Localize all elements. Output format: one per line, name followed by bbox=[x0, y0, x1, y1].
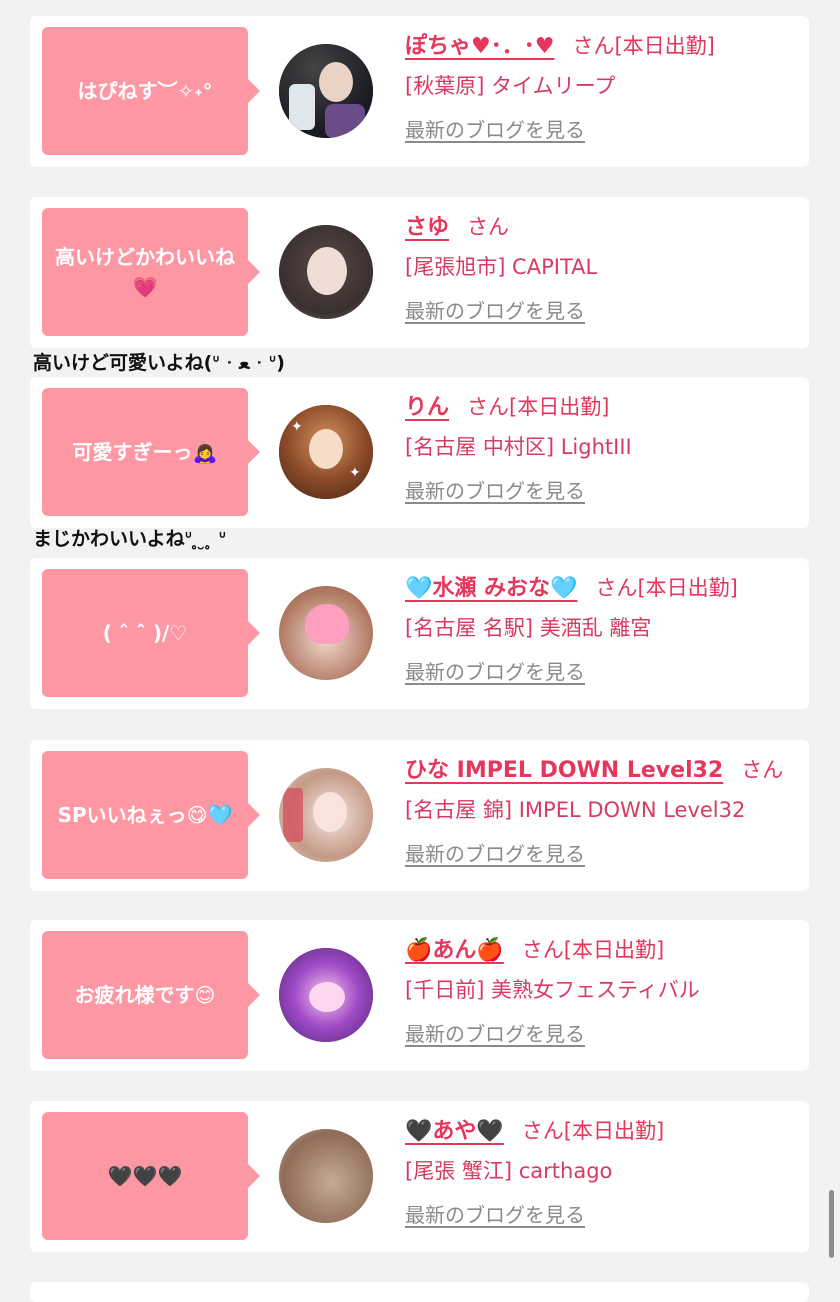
shop-label: [名古屋 錦] IMPEL DOWN Level32 bbox=[405, 798, 746, 822]
shop-label: [尾張旭市] CAPITAL bbox=[405, 255, 598, 279]
message-bubble: はぴねす︶✧˖° bbox=[42, 27, 260, 155]
honorific: さん[本日出勤] bbox=[572, 34, 715, 58]
avatar[interactable] bbox=[279, 225, 373, 319]
latest-blog-link[interactable]: 最新のブログを見る bbox=[405, 1199, 585, 1228]
latest-blog-link[interactable]: 最新のブログを見る bbox=[405, 295, 585, 324]
honorific: さん[本日出勤] bbox=[521, 1119, 665, 1143]
like-card: 🖤🖤🖤 🖤あや🖤 さん[本日出勤] [尾張 蟹江] carthago 最新のブログ… bbox=[30, 1101, 809, 1252]
honorific: さん[本日出勤] bbox=[467, 395, 610, 419]
name-line: 🍎あん🍎 さん[本日出勤] bbox=[405, 932, 805, 968]
shop-label: [尾張 蟹江] carthago bbox=[405, 1159, 613, 1183]
cast-name-link[interactable]: 🖤あや🖤 bbox=[405, 1119, 504, 1144]
message-bubble: 高いけどかわいいね💗 bbox=[42, 208, 260, 336]
shop-label: [名古屋 中村区] LightIII bbox=[405, 435, 632, 459]
shop-label: [名古屋 名駅] 美酒乱 離宮 bbox=[405, 616, 652, 640]
name-line: 🖤あや🖤 さん[本日出勤] bbox=[405, 1113, 805, 1149]
cast-info: ひな IMPEL DOWN Level32 さん [名古屋 錦] IMPEL DO… bbox=[405, 752, 805, 867]
honorific: さん[本日出勤] bbox=[521, 938, 665, 962]
scrollbar[interactable] bbox=[829, 1190, 834, 1258]
cast-name-link[interactable]: さゆ bbox=[405, 215, 449, 240]
message-bubble: SPいいねぇっ😋🩵 bbox=[42, 751, 260, 879]
latest-blog-link[interactable]: 最新のブログを見る bbox=[405, 114, 585, 143]
honorific: さん[本日出勤] bbox=[595, 576, 738, 600]
cast-name-link[interactable]: 🍎あん🍎 bbox=[405, 938, 504, 963]
like-card: ( ˆ ˆ )/♡ 🩵水瀬 みおな🩵 さん[本日出勤] [名古屋 名駅] 美酒乱 … bbox=[30, 558, 809, 709]
like-card: 高いけどかわいいね💗 さゆ さん [尾張旭市] CAPITAL 最新のブログを見る bbox=[30, 197, 809, 348]
avatar[interactable] bbox=[279, 768, 373, 862]
name-line: ぽちゃ♥︎･．･♥︎ さん[本日出勤] bbox=[405, 28, 805, 64]
latest-blog-link[interactable]: 最新のブログを見る bbox=[405, 838, 585, 867]
message-bubble: お疲れ様です😊 bbox=[42, 931, 260, 1059]
latest-blog-link[interactable]: 最新のブログを見る bbox=[405, 1018, 585, 1047]
cast-name-link[interactable]: りん bbox=[405, 395, 449, 420]
cast-name-link[interactable]: ひな IMPEL DOWN Level32 bbox=[405, 758, 723, 783]
avatar[interactable] bbox=[279, 44, 373, 138]
cast-info: 🍎あん🍎 さん[本日出勤] [千日前] 美熟女フェスティバル 最新のブログを見る bbox=[405, 932, 805, 1047]
avatar[interactable] bbox=[279, 948, 373, 1042]
name-line: 🩵水瀬 みおな🩵 さん[本日出勤] bbox=[405, 570, 805, 606]
cast-info: 🖤あや🖤 さん[本日出勤] [尾張 蟹江] carthago 最新のブログを見る bbox=[405, 1113, 805, 1228]
latest-blog-link[interactable]: 最新のブログを見る bbox=[405, 475, 585, 504]
latest-blog-link[interactable]: 最新のブログを見る bbox=[405, 656, 585, 685]
message-bubble: ( ˆ ˆ )/♡ bbox=[42, 569, 260, 697]
like-list: はぴねす︶✧˖° ぽちゃ♥︎･．･♥︎ さん[本日出勤] [秋葉原] タイムリープ… bbox=[0, 0, 840, 1302]
like-card: SPいいねぇっ😋🩵 ひな IMPEL DOWN Level32 さん [名古屋 錦… bbox=[30, 740, 809, 891]
cast-info: さゆ さん [尾張旭市] CAPITAL 最新のブログを見る bbox=[405, 209, 805, 324]
avatar[interactable] bbox=[279, 586, 373, 680]
cast-info: 🩵水瀬 みおな🩵 さん[本日出勤] [名古屋 名駅] 美酒乱 離宮 最新のブログを… bbox=[405, 570, 805, 685]
next-card-edge bbox=[30, 1282, 809, 1302]
message-bubble: 可愛すぎーっ🙇‍♀️ bbox=[42, 388, 260, 516]
name-line: ひな IMPEL DOWN Level32 さん bbox=[405, 752, 805, 788]
cast-info: ぽちゃ♥︎･．･♥︎ さん[本日出勤] [秋葉原] タイムリープ 最新のブログを見… bbox=[405, 28, 805, 143]
name-line: さゆ さん bbox=[405, 209, 805, 245]
avatar[interactable]: ✦ ✦ bbox=[279, 405, 373, 499]
like-card: 可愛すぎーっ🙇‍♀️ ✦ ✦ りん さん[本日出勤] [名古屋 中村区] Ligh… bbox=[30, 377, 809, 528]
cast-name-link[interactable]: ぽちゃ♥︎･．･♥︎ bbox=[405, 34, 554, 59]
honorific: さん bbox=[467, 215, 510, 239]
shop-label: [千日前] 美熟女フェスティバル bbox=[405, 978, 700, 1002]
avatar[interactable] bbox=[279, 1129, 373, 1223]
honorific: さん bbox=[741, 758, 784, 782]
name-line: りん さん[本日出勤] bbox=[405, 389, 805, 425]
like-card: はぴねす︶✧˖° ぽちゃ♥︎･．･♥︎ さん[本日出勤] [秋葉原] タイムリープ… bbox=[30, 16, 809, 167]
shop-label: [秋葉原] タイムリープ bbox=[405, 74, 616, 98]
cast-name-link[interactable]: 🩵水瀬 みおな🩵 bbox=[405, 576, 577, 601]
comment-text: まじかわいいよねᐡ ̥ ̮ ̥ ᐡ bbox=[33, 528, 227, 550]
comment-text: 高いけど可愛いよね(ᐡ ᐧ ﻌ ᐧ ᐡ) bbox=[33, 352, 285, 374]
message-bubble: 🖤🖤🖤 bbox=[42, 1112, 260, 1240]
cast-info: りん さん[本日出勤] [名古屋 中村区] LightIII 最新のブログを見る bbox=[405, 389, 805, 504]
like-card: お疲れ様です😊 🍎あん🍎 さん[本日出勤] [千日前] 美熟女フェスティバル 最新… bbox=[30, 920, 809, 1071]
